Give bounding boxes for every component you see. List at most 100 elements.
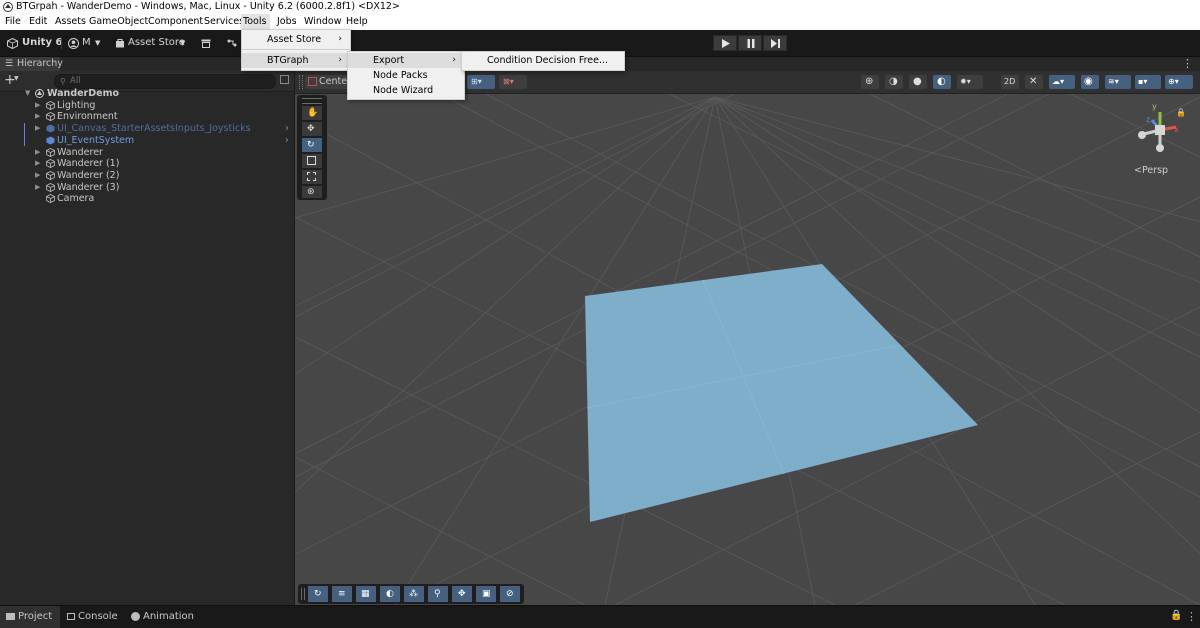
pause-button[interactable] — [738, 35, 762, 51]
step-icon — [771, 39, 780, 48]
overlay-move-button[interactable]: ✥ — [452, 586, 472, 602]
layers-button[interactable]: ≋▾ — [1105, 75, 1131, 89]
debug-button[interactable]: ✹▾ — [957, 75, 983, 89]
2d-toggle-button[interactable]: 2D — [1001, 75, 1019, 89]
overlay-nodes-button[interactable]: ⁂ — [404, 586, 424, 602]
unity-version-button[interactable]: Unity 6 — [22, 30, 62, 56]
menu-item-export[interactable]: Export › — [348, 53, 464, 68]
menu-help[interactable]: Help — [346, 14, 368, 30]
hierarchy-item[interactable]: ▶ Lighting — [0, 100, 293, 112]
camera-button[interactable]: ▪▾ — [1135, 75, 1161, 89]
menu-tools[interactable]: Tools — [241, 14, 271, 30]
hierarchy-item[interactable]: ▶ Environment — [0, 111, 293, 123]
gizmos-button[interactable]: ⊕▾ — [1165, 75, 1193, 89]
menu-edit[interactable]: Edit — [29, 14, 47, 30]
play-button[interactable] — [713, 35, 737, 51]
visibility-button[interactable]: ◉ — [1081, 75, 1099, 89]
gameobject-cube-icon — [46, 159, 55, 169]
account-label[interactable]: M — [82, 30, 91, 56]
menu-item-node-packs[interactable]: Node Packs — [348, 68, 464, 83]
menu-component[interactable]: Component — [148, 14, 203, 30]
menu-assets[interactable]: Assets — [55, 14, 86, 30]
chevron-down-icon[interactable]: ▼ — [14, 75, 19, 82]
foldout-closed-icon[interactable]: ▶ — [35, 123, 43, 135]
shaded-button[interactable]: ● — [909, 75, 927, 89]
hierarchy-item[interactable]: ▶ Wanderer (3) — [0, 182, 293, 194]
foldout-closed-icon[interactable]: ▶ — [35, 100, 43, 112]
tab-animation[interactable]: Animation — [130, 606, 200, 628]
lock-icon[interactable]: 🔒 — [1176, 108, 1186, 117]
scene-row[interactable]: ▼ WanderDemo — [0, 88, 293, 100]
foldout-open-icon[interactable]: ▼ — [25, 88, 33, 100]
tab-animation-label: Animation — [143, 611, 194, 622]
increment-snap-button[interactable]: ⊠▾ — [499, 75, 527, 89]
more-options-icon[interactable]: ⋮ — [1182, 57, 1193, 71]
filter-icon[interactable] — [280, 75, 289, 84]
more-options-icon[interactable]: ⋮ — [1186, 610, 1197, 623]
foldout-closed-icon[interactable]: ▶ — [35, 147, 43, 159]
menu-item-condition-decision-free[interactable]: Condition Decision Free... — [462, 53, 624, 68]
menu-jobs[interactable]: Jobs — [277, 14, 297, 30]
global-view-button[interactable]: ⊕ — [861, 75, 879, 89]
overlay-compass-button[interactable]: ⊘ — [500, 586, 520, 602]
menu-file[interactable]: File — [5, 14, 21, 30]
hierarchy-item[interactable]: ▶ Wanderer (1) — [0, 158, 293, 170]
move-tool-button[interactable]: ✥ — [302, 122, 322, 136]
hierarchy-item[interactable]: UI_EventSystem › — [0, 135, 293, 147]
hand-tool-button[interactable]: ✋ — [302, 106, 322, 120]
scene-viewport[interactable] — [295, 57, 1200, 605]
search-field[interactable]: ⚲ All — [54, 74, 276, 89]
lock-icon[interactable]: 🔒 — [1170, 610, 1182, 621]
transform-tool-button[interactable]: ⊛ — [302, 186, 322, 198]
perspective-toggle[interactable]: <Persp — [1134, 165, 1168, 176]
scale-tool-button[interactable] — [302, 154, 322, 168]
perspective-label: Persp — [1141, 165, 1169, 176]
shading-button[interactable]: ◑ — [885, 75, 903, 89]
hierarchy-tab[interactable]: ☰ Hierarchy — [0, 57, 63, 71]
overlay-search-button[interactable]: ⚲ — [428, 586, 448, 602]
tab-project[interactable]: Project — [0, 606, 60, 628]
grid-snap-button[interactable]: ⊞▾ — [467, 75, 495, 89]
menu-services[interactable]: Services — [204, 14, 244, 30]
menu-gameobject[interactable]: GameObject — [89, 14, 148, 30]
hierarchy-item[interactable]: ▶ Wanderer — [0, 147, 293, 159]
foldout-closed-icon[interactable]: ▶ — [35, 158, 43, 170]
toolbar-divider — [61, 37, 62, 49]
hierarchy-item[interactable]: Camera — [0, 193, 293, 205]
package-icon[interactable] — [201, 39, 211, 48]
menu-item-node-wizard[interactable]: Node Wizard — [348, 83, 464, 98]
asset-store-button[interactable]: Asset Store — [128, 30, 185, 56]
rotate-tool-button[interactable]: ↻ — [302, 138, 322, 152]
audio-toggle-button[interactable]: ✕ — [1025, 75, 1043, 89]
chevron-right-icon[interactable]: › — [285, 135, 289, 147]
shopping-bag-icon — [116, 39, 124, 48]
foldout-closed-icon[interactable]: ▶ — [35, 111, 43, 123]
menu-item-btgraph[interactable]: BTGraph › — [242, 53, 350, 68]
effects-button[interactable]: ☁▾ — [1049, 75, 1075, 89]
lighting-toggle-button[interactable]: ◐ — [933, 75, 951, 89]
foldout-closed-icon[interactable]: ▶ — [35, 182, 43, 194]
overlay-rotate-button[interactable]: ↻ — [308, 586, 328, 602]
compass-icon: ⊘ — [506, 589, 514, 599]
overlay-grid-button[interactable]: ▦ — [356, 586, 376, 602]
nodes-icon: ⁂ — [409, 589, 418, 599]
menu-item-asset-store[interactable]: Asset Store › — [242, 32, 350, 47]
rect-tool-button[interactable] — [302, 170, 322, 184]
chevron-down-icon[interactable]: ▼ — [180, 30, 185, 56]
hierarchy-item[interactable]: ▶ UI_Canvas_StarterAssetsInputs_Joystick… — [0, 123, 293, 147]
overlay-moon-button[interactable]: ◐ — [380, 586, 400, 602]
chevron-down-icon[interactable]: ▼ — [95, 30, 100, 56]
step-button[interactable] — [763, 35, 787, 51]
account-icon[interactable] — [68, 38, 79, 49]
chevron-right-icon[interactable]: › — [285, 123, 289, 135]
pivot-center-button[interactable]: Center — [305, 75, 351, 89]
overlay-camera-button[interactable]: ▣ — [476, 586, 496, 602]
tab-console[interactable]: Console — [64, 606, 124, 628]
foldout-closed-icon[interactable]: ▶ — [35, 170, 43, 182]
menu-window[interactable]: Window — [304, 14, 341, 30]
version-control-icon[interactable] — [227, 39, 237, 47]
overlay-sliders-button[interactable]: ≡ — [332, 586, 352, 602]
hierarchy-item[interactable]: ▶ Wanderer (2) — [0, 170, 293, 182]
menu-item-label: Node Wizard — [373, 85, 434, 96]
ground-plane[interactable] — [295, 57, 1200, 605]
